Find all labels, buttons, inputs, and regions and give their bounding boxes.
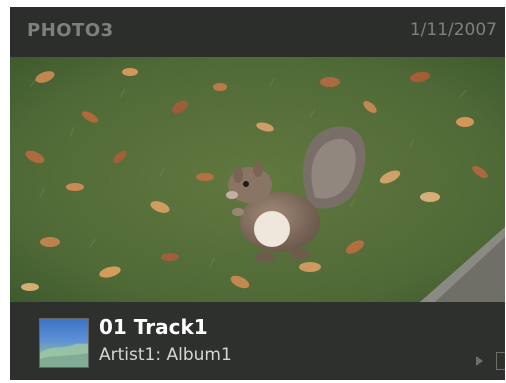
photo-display[interactable] xyxy=(10,57,505,302)
slideshow-viewer: PHOTO3 1/11/2007 01 Track1 Artist1: Albu… xyxy=(10,7,505,380)
photo-image xyxy=(10,57,505,302)
title-bar: PHOTO3 1/11/2007 xyxy=(10,7,505,57)
photo-date: 1/11/2007 xyxy=(409,20,497,40)
photo-title: PHOTO3 xyxy=(27,20,114,41)
album-art-image xyxy=(40,343,88,367)
track-title: 01 Track1 xyxy=(99,315,208,339)
track-artist-album: Artist1: Album1 xyxy=(99,345,232,365)
play-icon[interactable] xyxy=(476,356,483,366)
now-playing-bar: 01 Track1 Artist1: Album1 xyxy=(10,302,505,380)
album-art[interactable] xyxy=(39,318,89,368)
panel-edge-icon[interactable] xyxy=(496,352,505,370)
